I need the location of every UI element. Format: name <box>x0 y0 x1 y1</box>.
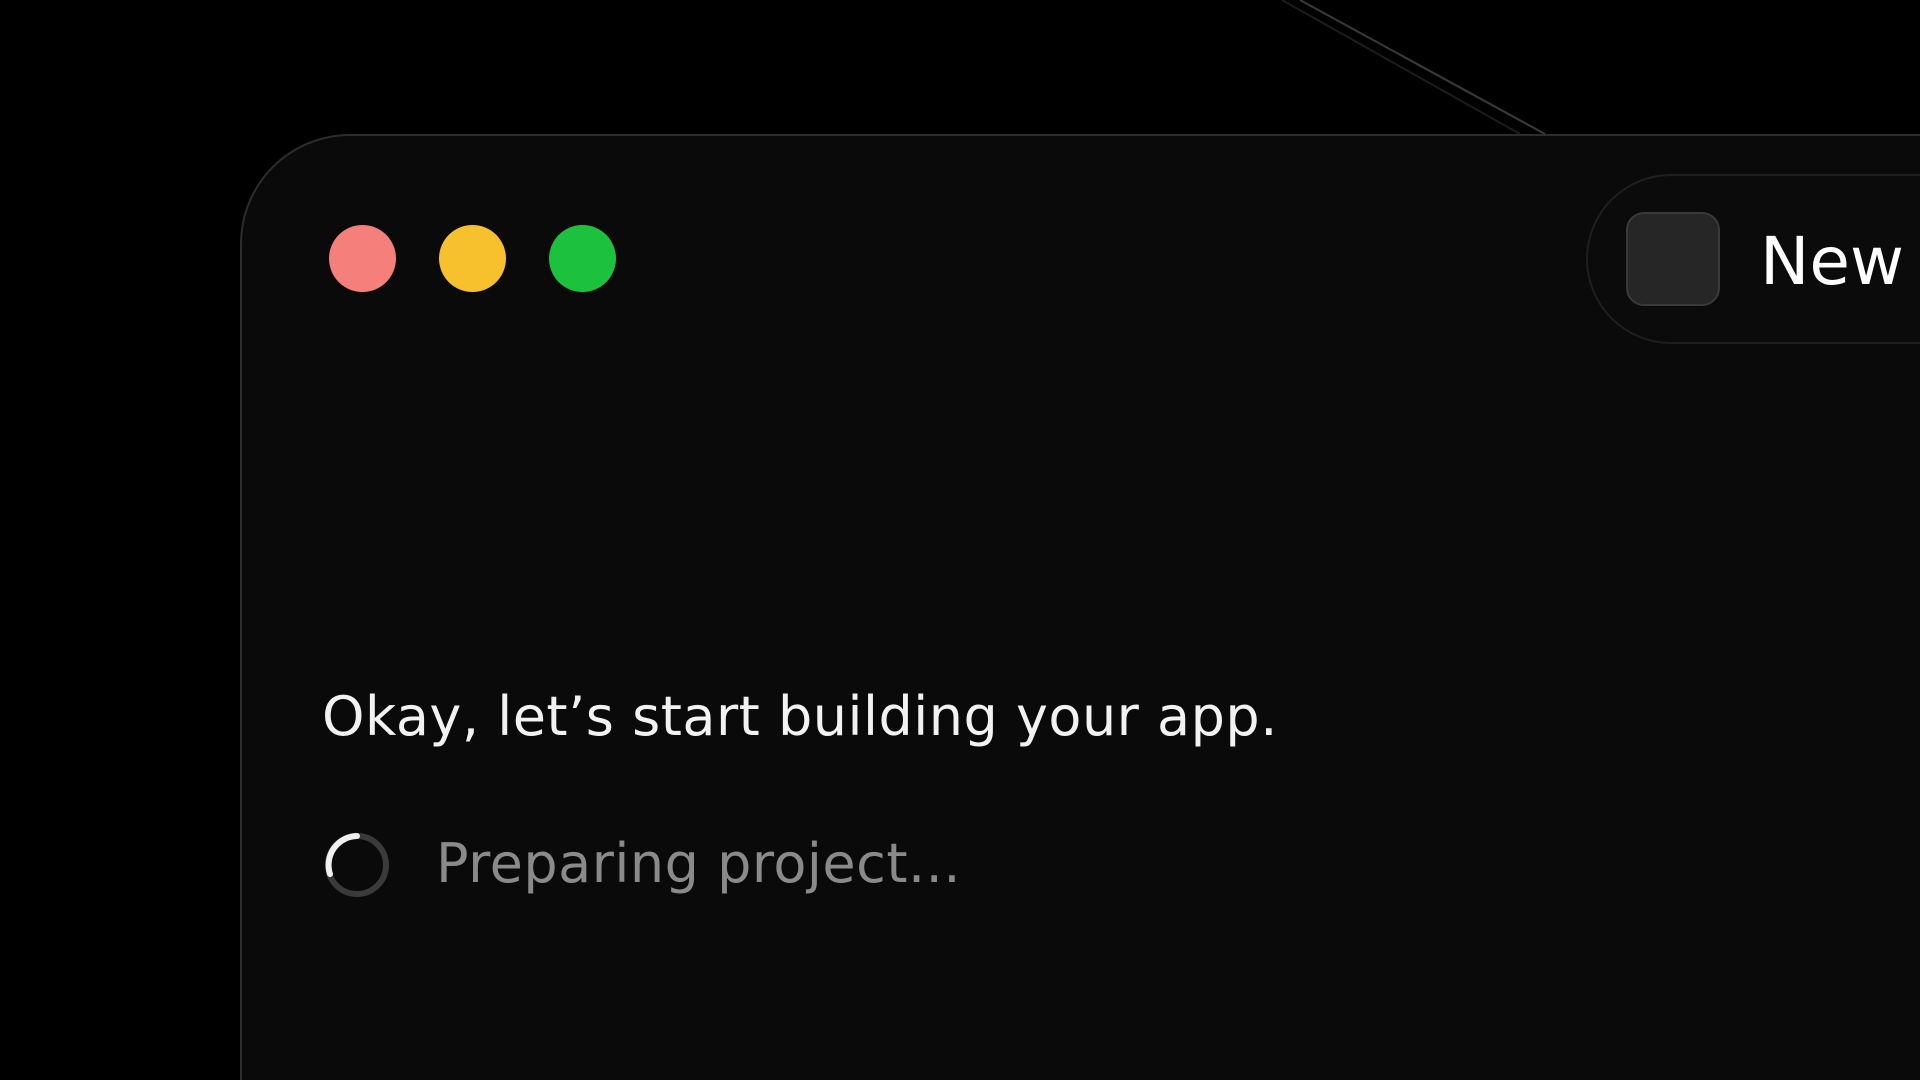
zoom-window-button[interactable] <box>549 225 616 292</box>
assistant-message: Okay, let’s start building your app. <box>322 685 1278 748</box>
status-text: Preparing project... <box>436 832 962 895</box>
minimize-window-button[interactable] <box>439 225 506 292</box>
stage: New Okay, let’s start building your app.… <box>0 0 1920 1080</box>
close-window-button[interactable] <box>329 225 396 292</box>
app-tile-icon <box>1626 212 1720 306</box>
new-button-label: New <box>1760 223 1904 300</box>
loading-spinner-icon <box>325 833 389 897</box>
